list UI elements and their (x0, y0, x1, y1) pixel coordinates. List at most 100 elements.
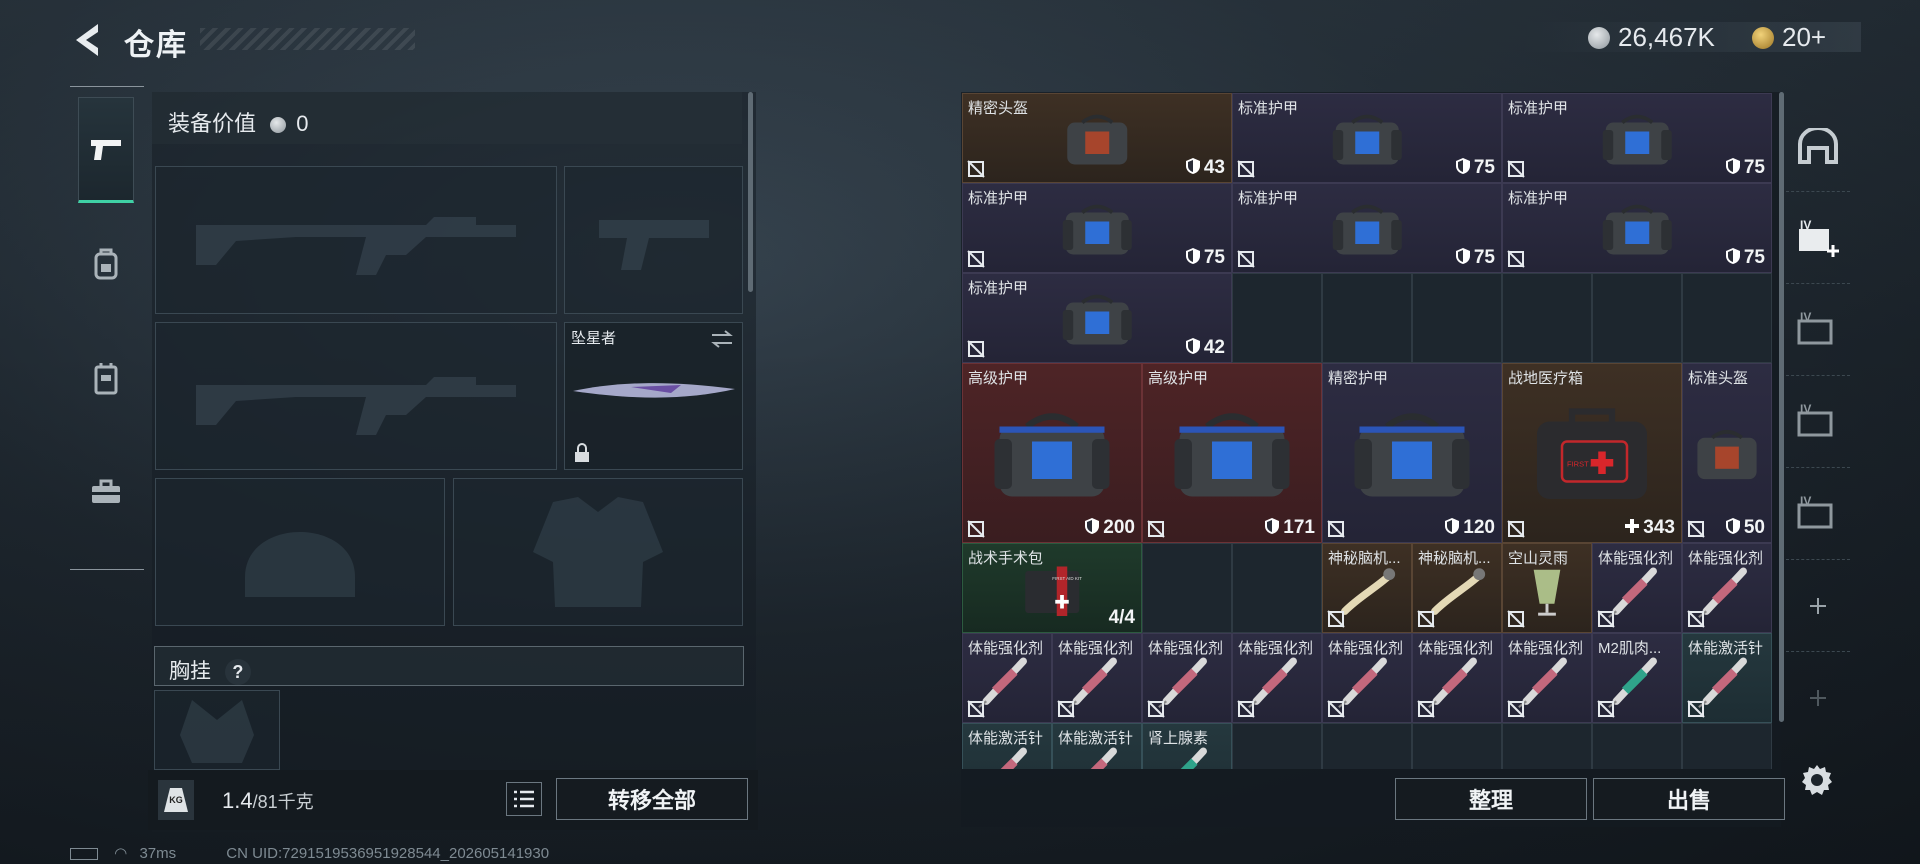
equipment-category-nav (70, 86, 144, 570)
tab-add-storage[interactable] (1786, 560, 1850, 652)
nav-vest[interactable] (78, 325, 134, 431)
inventory-item[interactable]: 体能强化剂 (1412, 633, 1502, 723)
grid-cell[interactable] (1592, 273, 1682, 363)
tab-storage-4[interactable]: IV (1786, 468, 1850, 560)
inventory-item[interactable]: 精密头盔 43 (962, 93, 1232, 183)
inventory-item[interactable]: 标准护甲 75 (1232, 183, 1502, 273)
inventory-item[interactable]: 神秘脑机... (1412, 543, 1502, 633)
chest-rig-label: 胸挂 (169, 660, 211, 683)
inventory-item[interactable]: 神秘脑机... (1322, 543, 1412, 633)
grid-cell[interactable] (1412, 723, 1502, 769)
grid-cell[interactable] (1682, 723, 1772, 769)
inventory-item[interactable]: 标准护甲 75 (1502, 93, 1772, 183)
sell-button[interactable]: 出售 (1593, 778, 1785, 820)
inventory-item[interactable]: 标准护甲 75 (1502, 183, 1772, 273)
inventory-item[interactable]: 高级护甲 171 (1142, 363, 1322, 543)
nav-toolbox[interactable] (78, 439, 134, 545)
inventory-item[interactable]: 体能激活针 (962, 723, 1052, 769)
nav-backpack[interactable] (78, 211, 134, 317)
inventory-item[interactable]: 体能强化剂 (1322, 633, 1412, 723)
inventory-item[interactable]: 体能强化剂 (1232, 633, 1322, 723)
inventory-item[interactable]: 精密护甲 120 (1322, 363, 1502, 543)
inventory-item[interactable]: 体能强化剂 (1682, 543, 1772, 633)
item-name: 体能强化剂 (968, 640, 1044, 657)
grid-cell[interactable] (1412, 273, 1502, 363)
grid-cell[interactable] (1232, 273, 1322, 363)
back-arrow-icon[interactable] (68, 20, 108, 60)
no-trade-icon (1237, 700, 1255, 718)
no-trade-icon (1687, 520, 1705, 538)
transfer-all-button[interactable]: 转移全部 (556, 778, 748, 820)
item-image (1323, 378, 1501, 530)
grid-cell[interactable] (1232, 723, 1322, 769)
tab-add-storage-disabled (1786, 652, 1850, 744)
helmet-slot[interactable] (155, 478, 445, 626)
no-trade-icon (1507, 520, 1525, 538)
rifle-silhouette-icon (196, 217, 516, 275)
secondary-weapon-slot[interactable] (155, 322, 557, 470)
sidearm-slot[interactable] (564, 166, 743, 314)
durability-shield-icon (1725, 518, 1740, 534)
no-trade-icon (1417, 700, 1435, 718)
grid-cell[interactable] (1142, 543, 1232, 633)
inventory-item[interactable]: 体能强化剂 (962, 633, 1052, 723)
armor-silhouette-icon (533, 497, 663, 607)
grid-cell[interactable] (1322, 723, 1412, 769)
item-name: 体能激活针 (968, 730, 1044, 747)
medkit-icon: FIRST AID (1537, 408, 1647, 499)
grid-cell[interactable] (1232, 543, 1322, 633)
tab-storage-1[interactable]: IV (1786, 192, 1850, 284)
inventory-item[interactable]: 高级护甲 200 (962, 363, 1142, 543)
primary-weapon-slot[interactable] (155, 166, 557, 314)
inventory-item[interactable]: 标准护甲 75 (1232, 93, 1502, 183)
no-trade-icon (1237, 160, 1255, 178)
inventory-item[interactable]: 标准护甲 42 (962, 273, 1232, 363)
inventory-item[interactable]: 标准头盔 50 (1682, 363, 1772, 543)
lock-icon (575, 443, 589, 462)
inventory-item[interactable]: 体能激活针 (1052, 723, 1142, 769)
backpack-icon (94, 248, 118, 280)
grid-cell[interactable] (1682, 273, 1772, 363)
warehouse-scrollbar[interactable] (1779, 92, 1784, 722)
grid-cell[interactable] (1322, 273, 1412, 363)
inventory-item[interactable]: 体能强化剂 (1592, 543, 1682, 633)
melee-weapon-slot[interactable]: 坠星者 (564, 322, 743, 470)
inventory-item[interactable]: 体能强化剂 (1142, 633, 1232, 723)
inventory-item[interactable]: 空山灵雨 (1502, 543, 1592, 633)
item-value: 343 (1643, 517, 1675, 538)
item-value: 75 (1203, 247, 1225, 268)
inventory-item[interactable]: 标准护甲 75 (962, 183, 1232, 273)
equipment-scrollbar[interactable] (748, 92, 753, 292)
help-icon[interactable]: ? (224, 659, 251, 685)
list-view-button[interactable] (506, 782, 542, 816)
inventory-item[interactable]: M2肌肉... (1592, 633, 1682, 723)
equipment-value: 0 (296, 111, 309, 136)
token-balance[interactable]: 20+ (1752, 22, 1826, 53)
swap-icon[interactable] (710, 329, 734, 349)
item-name: 标准护甲 (1508, 100, 1569, 117)
inventory-item[interactable]: 体能激活针 (1682, 633, 1772, 723)
grid-cell[interactable] (1502, 723, 1592, 769)
item-uses: 4/4 (1109, 607, 1135, 629)
inventory-item[interactable]: 肾上腺素 (1142, 723, 1232, 769)
inventory-item[interactable]: FIRST AID KIT 战术手术包 4/4 (962, 543, 1142, 633)
grid-cell[interactable] (1502, 273, 1592, 363)
grid-cell[interactable] (1592, 723, 1682, 769)
tab-storage-3[interactable]: IV (1786, 376, 1850, 468)
nav-weapons[interactable] (78, 97, 134, 203)
chest-rig-slot[interactable] (154, 690, 280, 770)
tab-storage-2[interactable]: IV (1786, 284, 1850, 376)
inventory-item[interactable]: FIRST AID 战地医疗箱 343 (1502, 363, 1682, 543)
durability-shield-icon (1265, 518, 1280, 534)
item-durability: 42 (1185, 337, 1225, 359)
inventory-item[interactable]: 体能强化剂 (1502, 633, 1592, 723)
armor-slot[interactable] (453, 478, 743, 626)
sort-button[interactable]: 整理 (1395, 778, 1587, 820)
no-trade-icon (1237, 250, 1255, 268)
settings-gear-icon[interactable] (1800, 763, 1834, 797)
inventory-item[interactable]: 体能强化剂 (1052, 633, 1142, 723)
tab-all-storage[interactable] (1786, 100, 1850, 192)
armor-bag-icon (1602, 114, 1672, 165)
no-trade-icon (967, 520, 985, 538)
armor-bag-icon (1062, 204, 1132, 255)
